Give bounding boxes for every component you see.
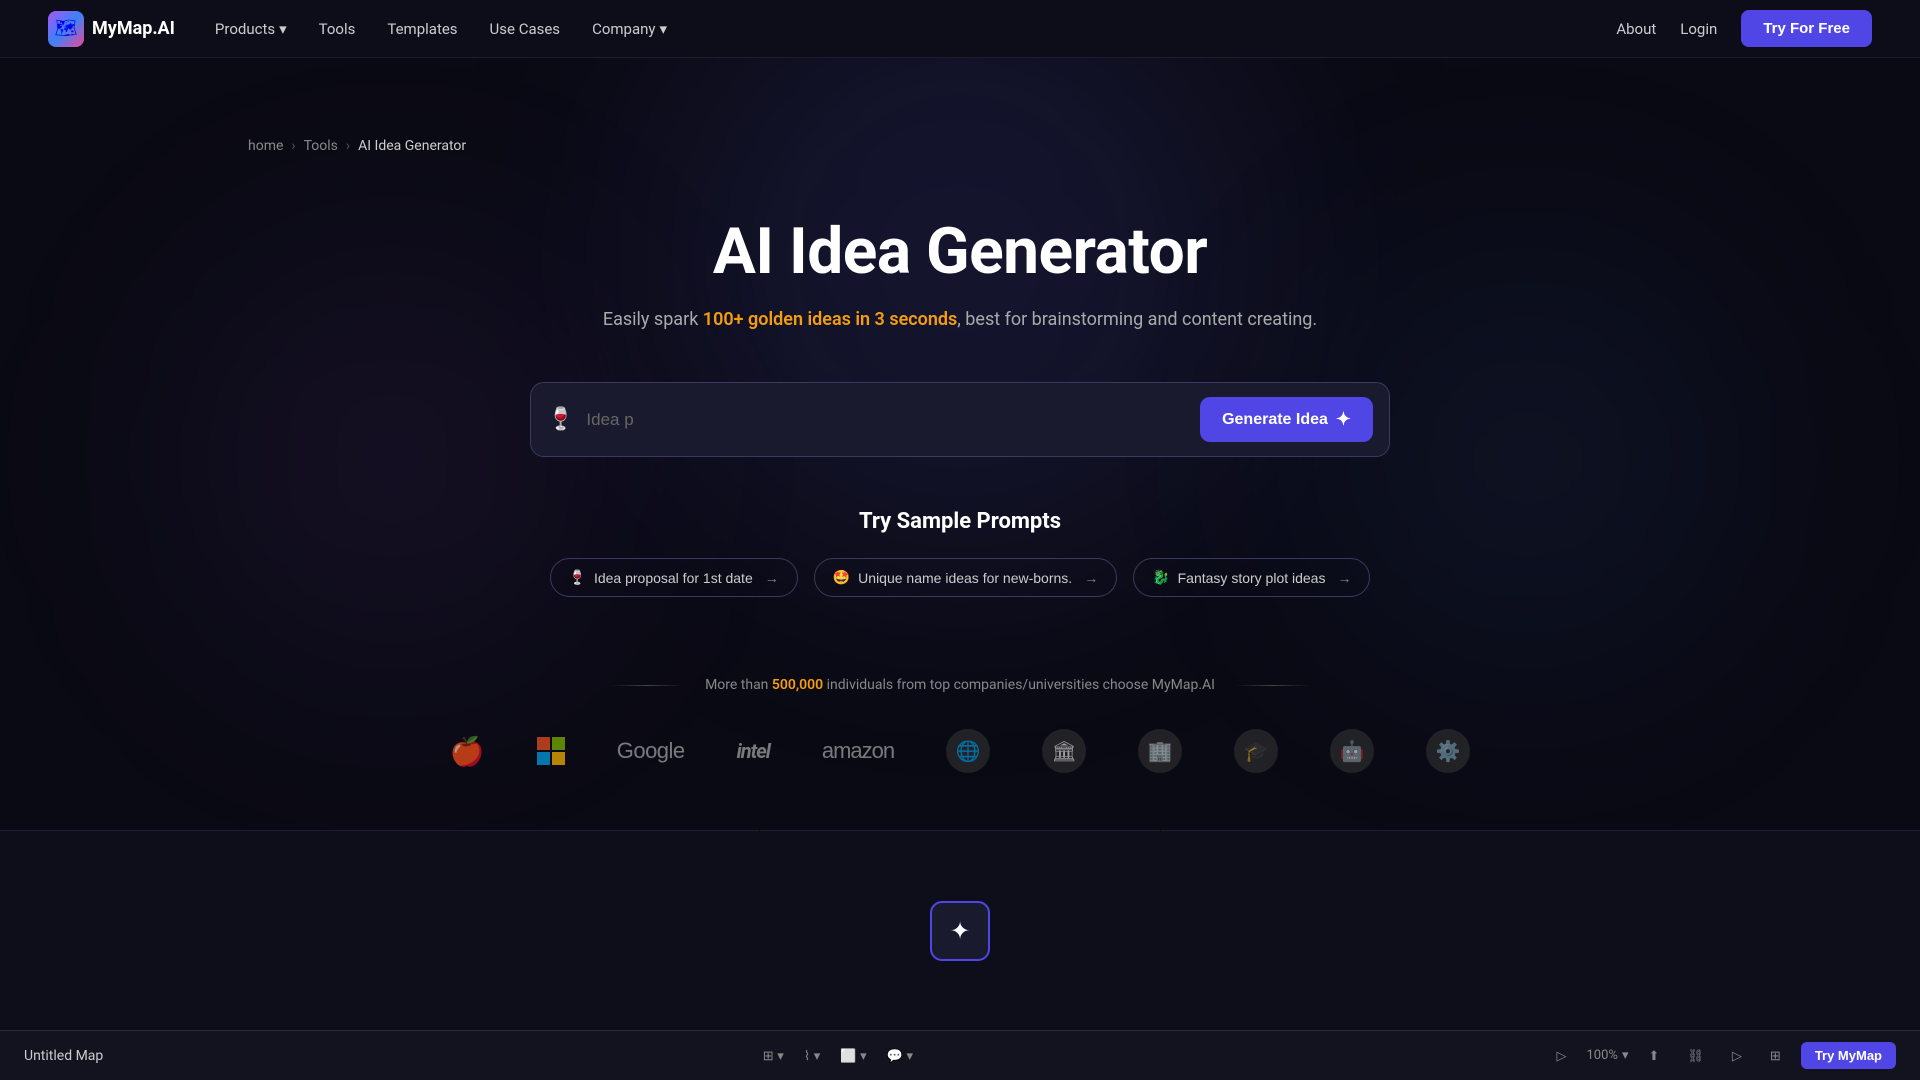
- toolbar-add-button[interactable]: ⊞ ▾: [755, 1044, 792, 1068]
- logo-circle-5: 🤖: [1330, 729, 1374, 773]
- logo-circle-2: 🏛: [1042, 729, 1086, 773]
- logo-circle-1: 🌐: [946, 729, 990, 773]
- prompt-icon-1: 🤩: [833, 569, 850, 586]
- nav-company[interactable]: Company ▾: [592, 20, 667, 38]
- toolbar-share-button[interactable]: ⬆: [1640, 1044, 1667, 1068]
- prompt-chip-0[interactable]: 🍷 Idea proposal for 1st date →: [550, 558, 798, 597]
- canvas-panel-center: ✦: [760, 830, 1160, 1030]
- map-title[interactable]: Untitled Map: [24, 1048, 103, 1064]
- input-wine-icon: 🍷: [547, 407, 574, 432]
- logos-row: 🍎 Google intel: [450, 729, 1470, 773]
- logo-icon: 🗺: [48, 11, 84, 47]
- toolbar-frame-button[interactable]: ⬜ ▾: [832, 1044, 874, 1068]
- prompt-icon-0: 🍷: [569, 569, 586, 586]
- toolbar-present-button[interactable]: ▷: [1724, 1044, 1750, 1068]
- try-free-button[interactable]: Try For Free: [1741, 10, 1872, 47]
- prompt-label-2: Fantasy story plot ideas: [1178, 570, 1326, 586]
- trust-text: More than 500,000 individuals from top c…: [705, 677, 1215, 693]
- logo-microsoft: [537, 737, 565, 765]
- bottom-bar: Untitled Map ⊞ ▾ ⌇ ▾ ⬜ ▾ 💬 ▾ ▷ 100% ▾ ⬆ …: [0, 1030, 1920, 1080]
- chevron-down-icon: ▾: [279, 20, 287, 38]
- trust-bar: More than 500,000 individuals from top c…: [0, 677, 1920, 773]
- logo-circle-4: 🎓: [1234, 729, 1278, 773]
- nav-left: 🗺 MyMap.AI Products ▾ Tools Templates Us…: [48, 11, 667, 47]
- logo-circle-3: 🏢: [1138, 729, 1182, 773]
- prompt-chip-2[interactable]: 🐉 Fantasy story plot ideas →: [1133, 558, 1370, 597]
- arrow-icon-1: →: [1084, 570, 1098, 586]
- logo[interactable]: 🗺 MyMap.AI: [48, 11, 175, 47]
- login-button[interactable]: Login: [1680, 20, 1717, 38]
- prompt-chip-1[interactable]: 🤩 Unique name ideas for new-borns. →: [814, 558, 1117, 597]
- nav-use-cases[interactable]: Use Cases: [490, 20, 561, 38]
- logo-intel: intel: [737, 739, 770, 763]
- nav-links: Products ▾ Tools Templates Use Cases Com…: [215, 20, 667, 38]
- breadcrumb-tools[interactable]: Tools: [304, 138, 338, 154]
- prompt-label-0: Idea proposal for 1st date: [594, 570, 753, 586]
- toolbar-connect-button[interactable]: ⌇ ▾: [796, 1044, 829, 1068]
- toolbar-grid-button[interactable]: ⊞: [1762, 1044, 1789, 1068]
- nav-tools[interactable]: Tools: [319, 20, 356, 38]
- idea-input[interactable]: [586, 410, 1188, 430]
- logo-text: MyMap.AI: [92, 18, 175, 39]
- main-content: AI Idea Generator Easily spark 100+ gold…: [0, 154, 1920, 821]
- navbar: 🗺 MyMap.AI Products ▾ Tools Templates Us…: [0, 0, 1920, 58]
- logo-google: Google: [617, 738, 685, 764]
- nav-about[interactable]: About: [1616, 20, 1656, 38]
- try-mymap-button[interactable]: Try MyMap: [1801, 1042, 1896, 1069]
- toolbar-comment-button[interactable]: 💬 ▾: [879, 1044, 921, 1068]
- trust-divider: More than 500,000 individuals from top c…: [610, 677, 1310, 693]
- nav-templates[interactable]: Templates: [387, 20, 457, 38]
- page-title: AI Idea Generator: [713, 214, 1207, 289]
- sparkle-icon: ✦: [1336, 409, 1351, 430]
- divider-right: [1235, 685, 1310, 686]
- canvas-panel-right: [1161, 830, 1920, 1030]
- zoom-control: 100% ▾: [1587, 1048, 1629, 1063]
- prompt-chips: 🍷 Idea proposal for 1st date → 🤩 Unique …: [550, 558, 1371, 597]
- page-subtitle: Easily spark 100+ golden ideas in 3 seco…: [603, 309, 1317, 330]
- prompt-icon-2: 🐉: [1152, 569, 1169, 586]
- chevron-down-icon: ▾: [660, 20, 668, 38]
- idea-input-container: 🍷 Generate Idea ✦: [530, 382, 1390, 457]
- logo-amazon: amazon: [822, 738, 894, 764]
- nav-right: About Login Try For Free: [1616, 10, 1872, 47]
- generate-idea-button[interactable]: Generate Idea ✦: [1200, 397, 1373, 442]
- breadcrumb-current: AI Idea Generator: [358, 138, 466, 154]
- logo-apple: 🍎: [450, 735, 485, 768]
- breadcrumb: home › Tools › AI Idea Generator: [0, 58, 1920, 154]
- sample-prompts-section: Try Sample Prompts 🍷 Idea proposal for 1…: [550, 509, 1371, 597]
- logo-circle-6: ⚙️: [1426, 729, 1470, 773]
- nav-products[interactable]: Products ▾: [215, 20, 287, 38]
- prompt-label-1: Unique name ideas for new-borns.: [858, 570, 1072, 586]
- canvas-panel-left: [0, 830, 759, 1030]
- canvas-area: ✦: [0, 830, 1920, 1030]
- breadcrumb-home[interactable]: home: [248, 138, 283, 154]
- toolbar-group: ⊞ ▾ ⌇ ▾ ⬜ ▾ 💬 ▾: [147, 1044, 1528, 1068]
- arrow-icon-2: →: [1337, 570, 1351, 586]
- canvas-center-node: ✦: [930, 901, 990, 961]
- toolbar-right: ▷ 100% ▾ ⬆ ⛓ ▷ ⊞ Try MyMap: [1549, 1042, 1897, 1069]
- sample-prompts-title: Try Sample Prompts: [550, 509, 1371, 534]
- toolbar-play-button[interactable]: ▷: [1549, 1044, 1575, 1068]
- arrow-icon-0: →: [765, 570, 779, 586]
- toolbar-link-button[interactable]: ⛓: [1679, 1044, 1712, 1068]
- divider-left: [610, 685, 685, 686]
